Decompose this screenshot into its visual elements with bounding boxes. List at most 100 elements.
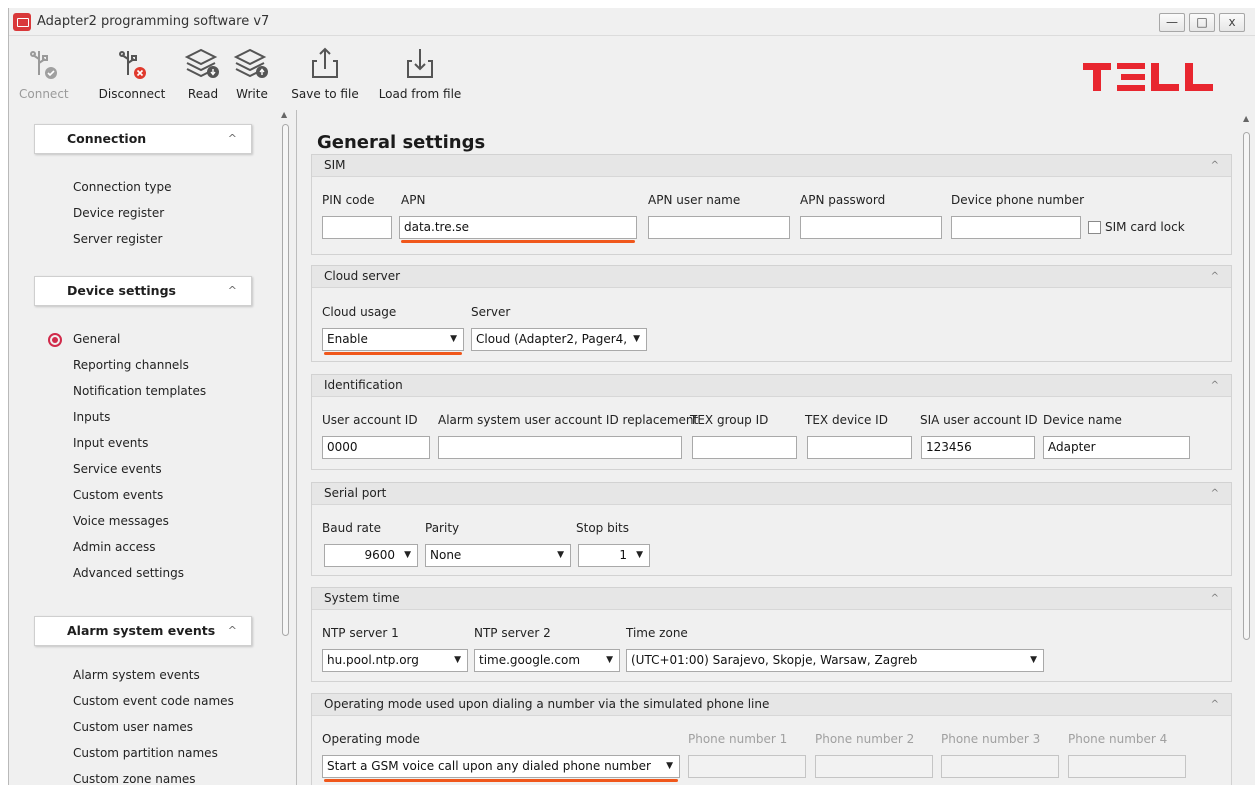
scroll-up-arrow-icon[interactable]: ▲ bbox=[281, 110, 287, 119]
sidebar-item-server-register[interactable]: Server register bbox=[73, 232, 162, 246]
sidebar-item-reporting-channels[interactable]: Reporting channels bbox=[73, 358, 189, 372]
save-to-file-button[interactable]: Save to file bbox=[289, 41, 361, 101]
write-button[interactable]: Write bbox=[231, 41, 273, 101]
write-layers-icon bbox=[233, 48, 268, 78]
write-label: Write bbox=[236, 87, 268, 101]
apn-password-label: APN password bbox=[800, 193, 886, 207]
disconnect-button[interactable]: Disconnect bbox=[97, 41, 167, 101]
load-from-file-button[interactable]: Load from file bbox=[375, 41, 465, 101]
export-icon bbox=[312, 47, 338, 78]
phone-number-4-input[interactable] bbox=[1068, 755, 1186, 778]
apn-input[interactable]: data.tre.se bbox=[399, 216, 637, 239]
sidebar-item-general[interactable]: General bbox=[47, 332, 120, 347]
sidebar-item-device-register[interactable]: Device register bbox=[73, 206, 164, 220]
minimize-button[interactable]: — bbox=[1159, 13, 1185, 32]
sidebar-item-voice-messages[interactable]: Voice messages bbox=[73, 514, 169, 528]
apn-user-name-label: APN user name bbox=[648, 193, 741, 207]
sidebar-item-service-events[interactable]: Service events bbox=[73, 462, 162, 476]
phone-number-2-input[interactable] bbox=[815, 755, 933, 778]
phone-number-1-input[interactable] bbox=[688, 755, 806, 778]
chevron-up-icon: ^ bbox=[1210, 488, 1219, 499]
dropdown-arrow-icon: ▼ bbox=[454, 655, 461, 665]
section-header[interactable]: SIM ^ bbox=[312, 155, 1231, 177]
sidebar-item-custom-zone-names[interactable]: Custom zone names bbox=[73, 772, 196, 785]
sidebar-item-alarm-system-events[interactable]: Alarm system events bbox=[73, 668, 200, 682]
section-header[interactable]: Cloud server ^ bbox=[312, 266, 1231, 288]
section-serial-port: Serial port ^ Baud rate Parity Stop bits… bbox=[311, 482, 1232, 576]
sidebar-item-custom-events[interactable]: Custom events bbox=[73, 488, 163, 502]
sidebar-item-inputs[interactable]: Inputs bbox=[73, 410, 110, 424]
maximize-button[interactable]: □ bbox=[1189, 13, 1215, 32]
ntp-server-2-select[interactable]: time.google.com ▼ bbox=[474, 649, 620, 672]
time-zone-select[interactable]: (UTC+01:00) Sarajevo, Skopje, Warsaw, Za… bbox=[626, 649, 1044, 672]
window-title: Adapter2 programming software v7 bbox=[37, 14, 270, 29]
section-sim: SIM ^ PIN code APN APN user name APN pas… bbox=[311, 154, 1232, 255]
baud-rate-select[interactable]: 9600 ▼ bbox=[324, 544, 418, 567]
sim-card-lock-checkbox[interactable] bbox=[1088, 221, 1101, 234]
main-scrollbar[interactable]: ▲ bbox=[1238, 110, 1255, 785]
pin-code-input[interactable] bbox=[322, 216, 392, 239]
operating-mode-value: Start a GSM voice call upon any dialed p… bbox=[327, 759, 651, 773]
operating-mode-select[interactable]: Start a GSM voice call upon any dialed p… bbox=[322, 755, 680, 778]
disconnect-label: Disconnect bbox=[98, 87, 166, 101]
sidebar-item-advanced-settings[interactable]: Advanced settings bbox=[73, 566, 184, 580]
tex-group-id-label: TEX group ID bbox=[690, 413, 769, 427]
sidebar-item-input-events[interactable]: Input events bbox=[73, 436, 148, 450]
parity-value: None bbox=[430, 548, 462, 562]
apn-user-name-input[interactable] bbox=[648, 216, 790, 239]
section-header[interactable]: System time ^ bbox=[312, 588, 1231, 610]
stop-bits-value: 1 bbox=[619, 548, 627, 562]
sidebar-item-custom-event-code-names[interactable]: Custom event code names bbox=[73, 694, 234, 708]
section-title: SIM bbox=[324, 158, 346, 172]
sidebar-item-notification-templates[interactable]: Notification templates bbox=[73, 384, 206, 398]
group-label: Alarm system events bbox=[67, 623, 216, 638]
tex-group-id-input[interactable] bbox=[692, 436, 797, 459]
time-zone-value: (UTC+01:00) Sarajevo, Skopje, Warsaw, Za… bbox=[631, 653, 918, 667]
sidebar-item-custom-partition-names[interactable]: Custom partition names bbox=[73, 746, 218, 760]
dropdown-arrow-icon: ▼ bbox=[404, 550, 411, 560]
scroll-up-arrow-icon[interactable]: ▲ bbox=[1243, 114, 1249, 123]
phone-number-3-input[interactable] bbox=[941, 755, 1059, 778]
apn-password-input[interactable] bbox=[800, 216, 942, 239]
phone-number-3-label: Phone number 3 bbox=[941, 732, 1041, 746]
replacement-id-input[interactable] bbox=[438, 436, 682, 459]
device-name-label: Device name bbox=[1043, 413, 1122, 427]
connect-button[interactable]: Connect bbox=[19, 41, 69, 101]
server-select[interactable]: Cloud (Adapter2, Pager4, ▼ bbox=[471, 328, 647, 351]
sidebar-scroll-thumb[interactable] bbox=[282, 124, 289, 636]
stop-bits-select[interactable]: 1 ▼ bbox=[578, 544, 650, 567]
section-cloud-server: Cloud server ^ Cloud usage Server Enable… bbox=[311, 265, 1232, 362]
ntp-server-1-select[interactable]: hu.pool.ntp.org ▼ bbox=[322, 649, 468, 672]
section-header[interactable]: Identification ^ bbox=[312, 375, 1231, 397]
read-button[interactable]: Read bbox=[183, 41, 223, 101]
group-label: Device settings bbox=[67, 283, 176, 298]
section-header[interactable]: Operating mode used upon dialing a numbe… bbox=[312, 694, 1231, 716]
cloud-usage-select[interactable]: Enable ▼ bbox=[322, 328, 464, 351]
sia-user-account-id-input[interactable]: 123456 bbox=[921, 436, 1035, 459]
sidebar-item-admin-access[interactable]: Admin access bbox=[73, 540, 156, 554]
user-account-id-input[interactable]: 0000 bbox=[322, 436, 430, 459]
sidebar-item-connection-type[interactable]: Connection type bbox=[73, 180, 172, 194]
chevron-up-icon: ^ bbox=[1210, 380, 1219, 391]
dropdown-arrow-icon: ▼ bbox=[1030, 655, 1037, 665]
device-name-input[interactable]: Adapter bbox=[1043, 436, 1190, 459]
sidebar-item-custom-user-names[interactable]: Custom user names bbox=[73, 720, 193, 734]
sia-user-account-id-label: SIA user account ID bbox=[920, 413, 1038, 427]
sidebar-group-device-settings[interactable]: Device settings ^ bbox=[34, 276, 252, 306]
sim-card-lock-label: SIM card lock bbox=[1105, 220, 1185, 234]
operating-mode-label: Operating mode bbox=[322, 732, 420, 746]
sidebar-group-alarm-system-events[interactable]: Alarm system events ^ bbox=[34, 616, 252, 646]
background-strip bbox=[0, 0, 1255, 8]
section-title: Operating mode used upon dialing a numbe… bbox=[324, 697, 770, 711]
sidebar-scrollbar[interactable]: ▲ bbox=[279, 110, 291, 785]
chevron-up-icon: ^ bbox=[227, 624, 237, 637]
device-phone-number-input[interactable] bbox=[951, 216, 1081, 239]
chevron-up-icon: ^ bbox=[1210, 593, 1219, 604]
close-button[interactable]: x bbox=[1219, 13, 1245, 32]
section-header[interactable]: Serial port ^ bbox=[312, 483, 1231, 505]
chevron-up-icon: ^ bbox=[227, 132, 237, 145]
main-scroll-thumb[interactable] bbox=[1243, 132, 1250, 640]
sidebar-group-connection[interactable]: Connection ^ bbox=[34, 124, 252, 154]
parity-select[interactable]: None ▼ bbox=[425, 544, 571, 567]
tex-device-id-input[interactable] bbox=[807, 436, 912, 459]
